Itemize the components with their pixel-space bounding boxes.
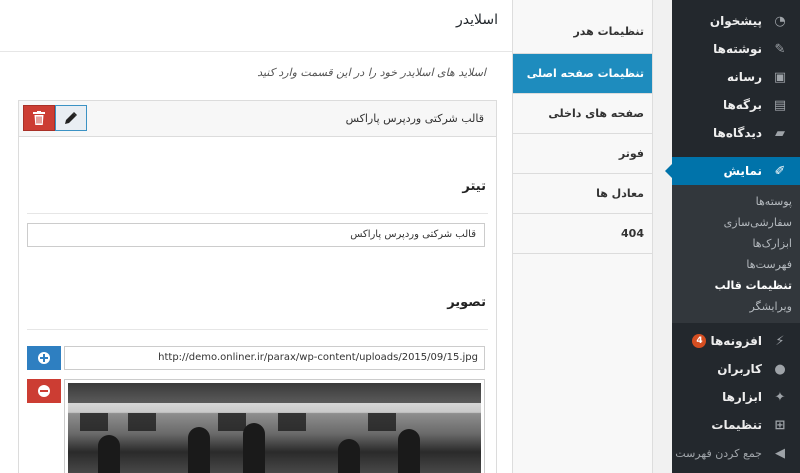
sidebar-item-label: افزونه‌ها <box>710 334 762 348</box>
sidebar-item-comments[interactable]: ▰ دیدگاه‌ها <box>672 119 800 147</box>
slide-image <box>68 383 481 473</box>
sidebar-item-plugins[interactable]: ⚡ افزونه‌ها 4 <box>672 327 800 355</box>
sidebar-item-media[interactable]: ▣ رسانه <box>672 63 800 91</box>
settings-icon: ⊞ <box>774 417 786 433</box>
sidebar-item-tools[interactable]: ✦ ابزارها <box>672 383 800 411</box>
collapse-menu-label: جمع کردن فهرست <box>675 446 762 460</box>
remove-image-button[interactable] <box>27 379 61 403</box>
title-input[interactable]: قالب شرکتی وردپرس پاراکس <box>27 223 485 247</box>
plugins-icon: ⚡ <box>775 333 785 349</box>
sidebar-item-label: ابزارها <box>722 390 762 404</box>
dashboard-icon: ◔ <box>774 13 786 29</box>
appearance-submenu: پوسته‌ها سفارشی‌سازی ابزارک‌ها فهرست‌ها … <box>672 185 800 323</box>
tab-footer[interactable]: فوتر <box>513 134 652 174</box>
pin-icon: ✎ <box>774 41 786 57</box>
trash-icon <box>33 111 45 125</box>
sidebar-item-label: نوشته‌ها <box>713 42 762 56</box>
sidebar-item-pages[interactable]: ▤ برگه‌ها <box>672 91 800 119</box>
tab-header-settings[interactable]: تنظیمات هدر <box>513 0 652 54</box>
divider <box>27 329 488 330</box>
submenu-item-theme-settings[interactable]: تنظیمات قالب <box>672 275 800 296</box>
submenu-item-editor[interactable]: ویرایشگر <box>672 296 800 317</box>
options-tabs: تنظیمات هدر تنظیمات صفحه اصلی صفحه های د… <box>512 0 653 473</box>
sidebar-item-label: نمایش <box>723 164 762 178</box>
sidebar-item-label: پیشخوان <box>709 14 762 28</box>
pencil-icon <box>65 112 77 124</box>
submenu-item-menus[interactable]: فهرست‌ها <box>672 254 800 275</box>
submenu-item-customize[interactable]: سفارشی‌سازی <box>672 212 800 233</box>
image-preview <box>64 379 485 473</box>
title-label: تیتر <box>462 179 486 194</box>
delete-slide-button[interactable] <box>23 105 55 131</box>
media-icon: ▣ <box>773 69 787 85</box>
collapse-icon: ◀ <box>775 445 785 461</box>
collapse-menu-button[interactable]: ◀ جمع کردن فهرست <box>672 439 800 467</box>
submenu-item-widgets[interactable]: ابزارک‌ها <box>672 233 800 254</box>
main-content: اسلایدر اسلاید های اسلایدر خود را در این… <box>0 0 512 473</box>
sidebar-item-appearance[interactable]: ✐ نمایش <box>665 157 800 185</box>
image-label: تصویر <box>447 295 486 310</box>
divider <box>27 213 488 214</box>
sidebar-item-label: رسانه <box>727 70 762 84</box>
sidebar-item-users[interactable]: ● کاربران <box>672 355 800 383</box>
minus-circle-icon <box>38 385 50 397</box>
section-description: اسلاید های اسلایدر خود را در این قسمت وا… <box>257 66 486 79</box>
pages-icon: ▤ <box>773 97 787 113</box>
tab-404[interactable]: 404 <box>513 214 652 254</box>
plus-circle-icon <box>38 352 50 364</box>
sidebar-item-label: برگه‌ها <box>722 98 762 112</box>
sidebar-item-label: دیدگاه‌ها <box>713 126 762 140</box>
sidebar-item-label: کاربران <box>717 362 762 376</box>
tab-homepage-settings[interactable]: تنظیمات صفحه اصلی <box>513 54 652 94</box>
image-url-input[interactable]: http://demo.onliner.ir/parax/wp-content/… <box>64 346 485 370</box>
users-icon: ● <box>774 361 786 377</box>
slide-item: قالب شرکتی وردپرس پاراکس تیتر قالب شرکتی… <box>18 100 497 473</box>
tools-icon: ✦ <box>774 389 786 405</box>
edit-slide-button[interactable] <box>55 105 87 131</box>
submenu-item-themes[interactable]: پوسته‌ها <box>672 191 800 212</box>
tab-inner-pages[interactable]: صفحه های داخلی <box>513 94 652 134</box>
appearance-icon: ✐ <box>774 163 786 179</box>
comments-icon: ▰ <box>775 125 785 141</box>
slide-header-title: قالب شرکتی وردپرس پاراکس <box>345 112 484 125</box>
update-count-badge: 4 <box>692 334 707 348</box>
sidebar-item-posts[interactable]: ✎ نوشته‌ها <box>672 35 800 63</box>
tab-equivalents[interactable]: معادل ها <box>513 174 652 214</box>
sidebar-item-settings[interactable]: ⊞ تنظیمات <box>672 411 800 439</box>
slide-header[interactable]: قالب شرکتی وردپرس پاراکس <box>19 101 496 137</box>
add-image-button[interactable] <box>27 346 61 370</box>
section-title: اسلایدر <box>0 0 512 52</box>
sidebar-item-label: تنظیمات <box>711 418 762 432</box>
sidebar-item-dashboard[interactable]: ◔ پیشخوان <box>672 7 800 35</box>
admin-sidebar: ◔ پیشخوان ✎ نوشته‌ها ▣ رسانه ▤ برگه‌ها ▰… <box>665 0 800 473</box>
